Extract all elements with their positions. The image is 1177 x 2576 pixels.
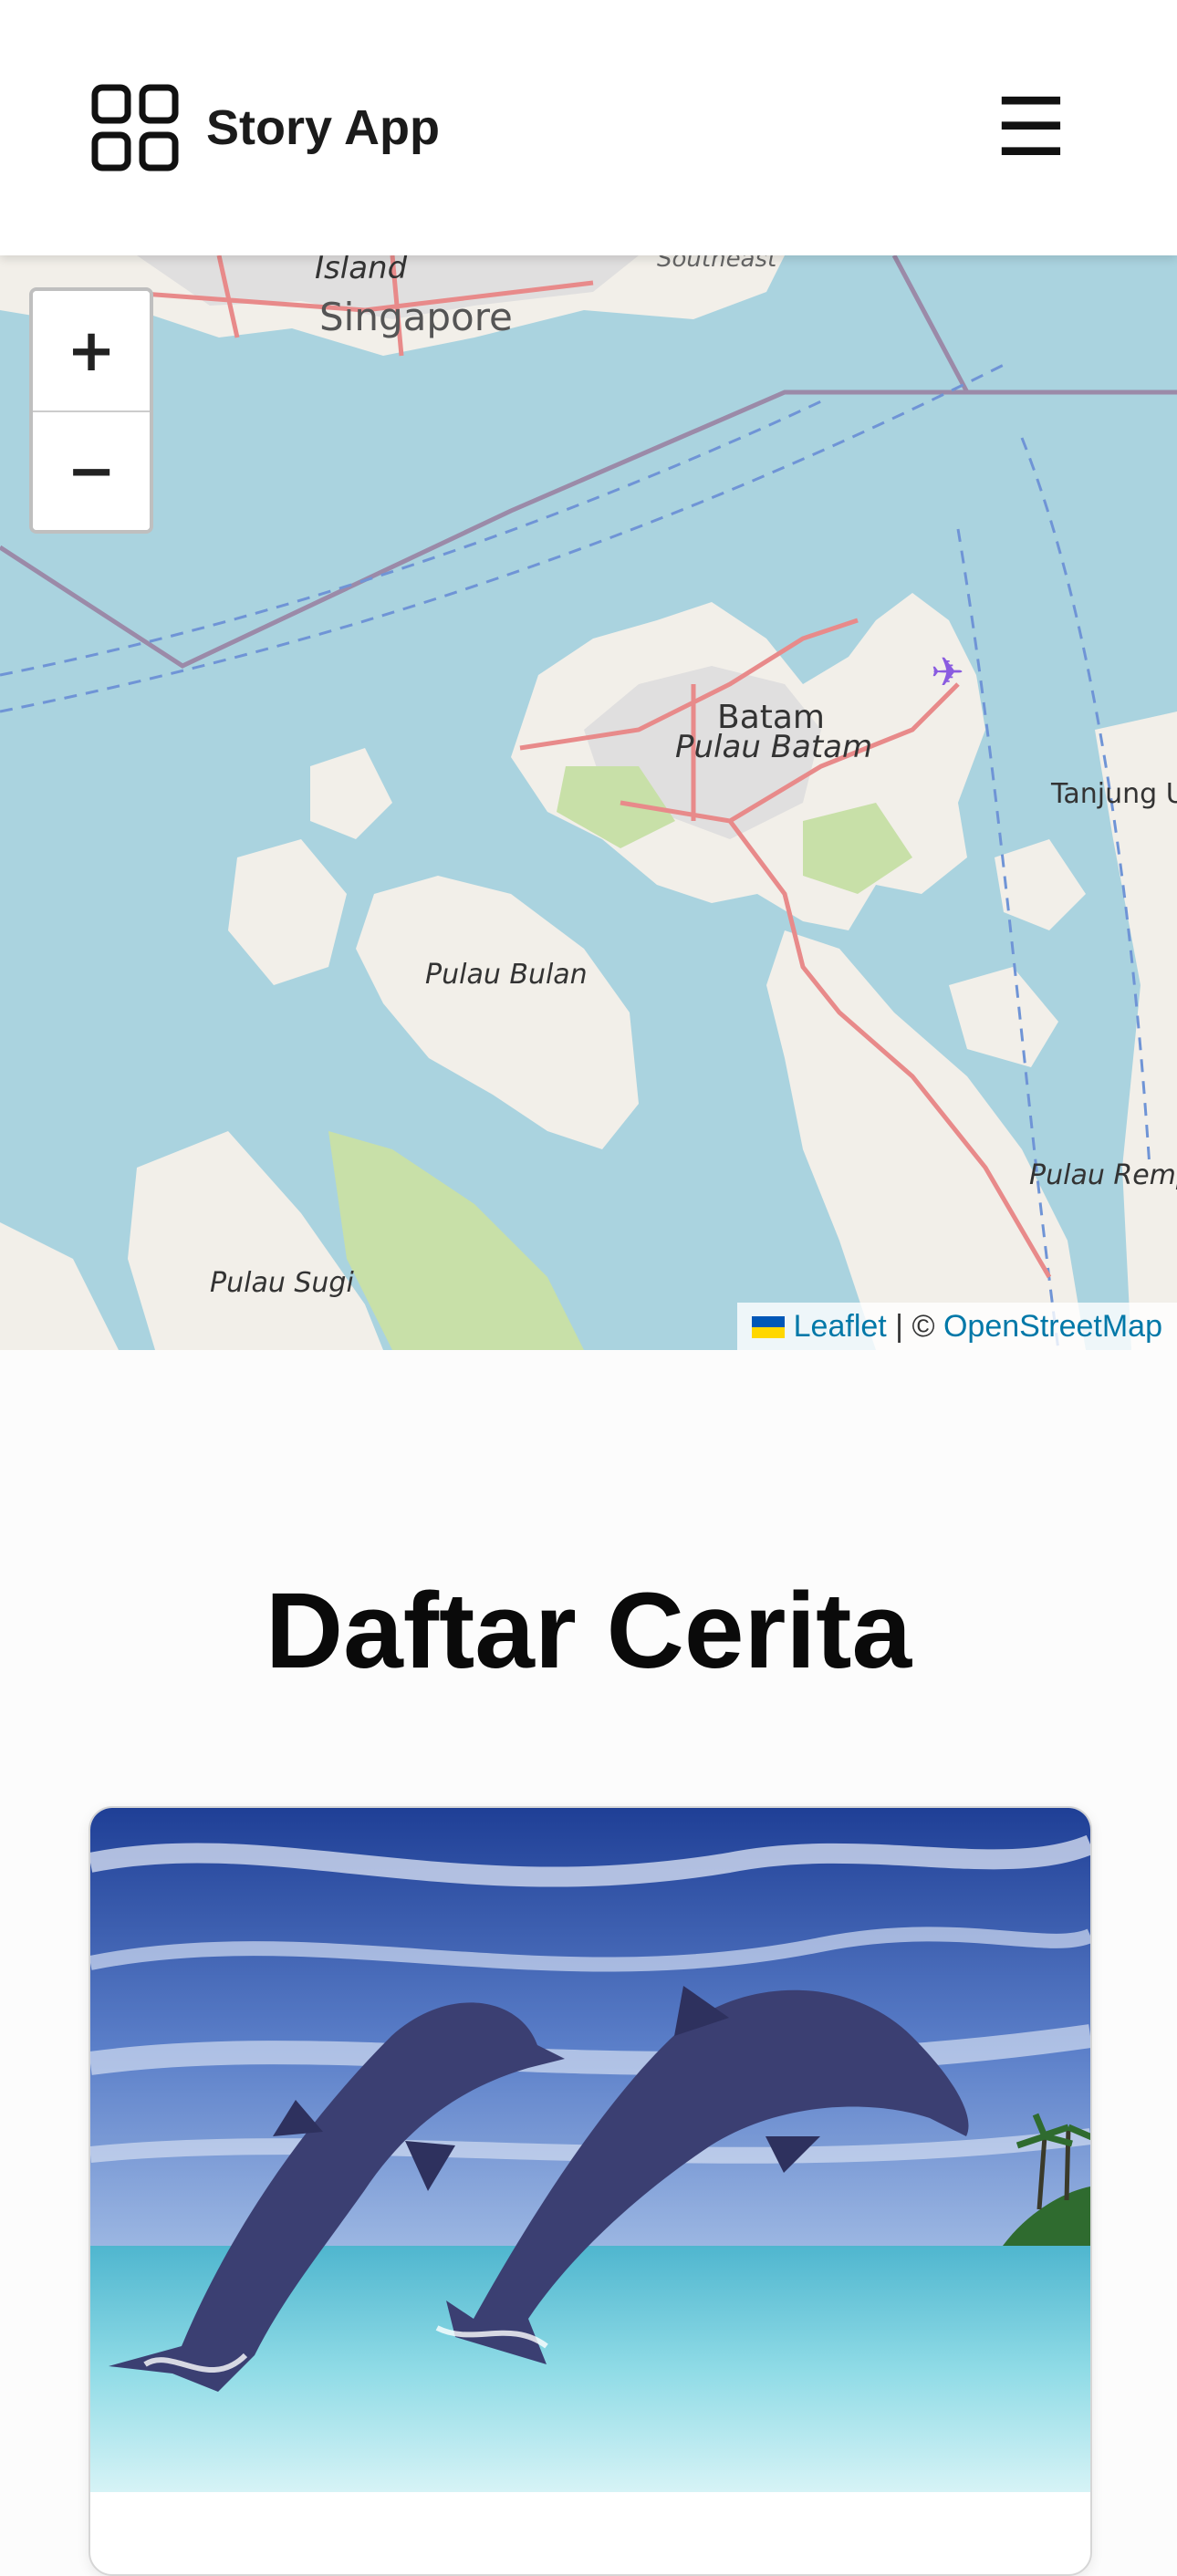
small-islands-east (949, 839, 1086, 1067)
label-singapore: Singapore (319, 295, 513, 339)
hamburger-menu-icon[interactable]: ☰ (995, 87, 1068, 169)
openstreetmap-link[interactable]: OpenStreetMap (943, 1309, 1162, 1344)
maritime-boundary-2 (891, 255, 970, 394)
label-pulau-batam: Pulau Batam (675, 729, 872, 765)
zoom-out-button[interactable]: − (33, 410, 150, 530)
airport-icon: ✈ (931, 649, 964, 696)
rempang-island (766, 930, 1086, 1350)
map[interactable]: ✈ Island Singapore Southeast Batam Pulau… (0, 255, 1177, 1350)
attribution-separator: | © (886, 1309, 943, 1344)
grid-icon (91, 84, 179, 171)
label-pulau-rempang: Pulau Remp (1029, 1159, 1177, 1191)
map-attribution: Leaflet | © OpenStreetMap (736, 1303, 1177, 1350)
zoom-in-button[interactable]: + (33, 291, 150, 410)
story-image[interactable] (90, 1808, 1090, 2492)
label-tanjung: Tanjung U (1050, 778, 1177, 810)
story-card[interactable] (89, 1806, 1092, 2576)
label-southeast: Southeast (657, 255, 777, 273)
maritime-boundary (0, 390, 1177, 669)
label-pulau-bulan: Pulau Bulan (425, 959, 588, 991)
label-island: Island (315, 255, 408, 286)
pulau-bulan (356, 876, 639, 1149)
app-header: Story App ☰ (0, 0, 1177, 255)
app-title: Story App (206, 100, 440, 155)
zoom-control: + − (29, 287, 153, 534)
label-pulau-sugi: Pulau Sugi (210, 1267, 354, 1299)
sw-corner-land (0, 1222, 119, 1350)
page-title: Daftar Cerita (265, 1571, 912, 1691)
brand[interactable]: Story App (91, 84, 440, 171)
map-tiles[interactable]: ✈ Island Singapore Southeast Batam Pulau… (0, 255, 1177, 1350)
leaflet-link[interactable]: Leaflet (794, 1309, 887, 1344)
ukraine-flag-icon (751, 1316, 785, 1338)
